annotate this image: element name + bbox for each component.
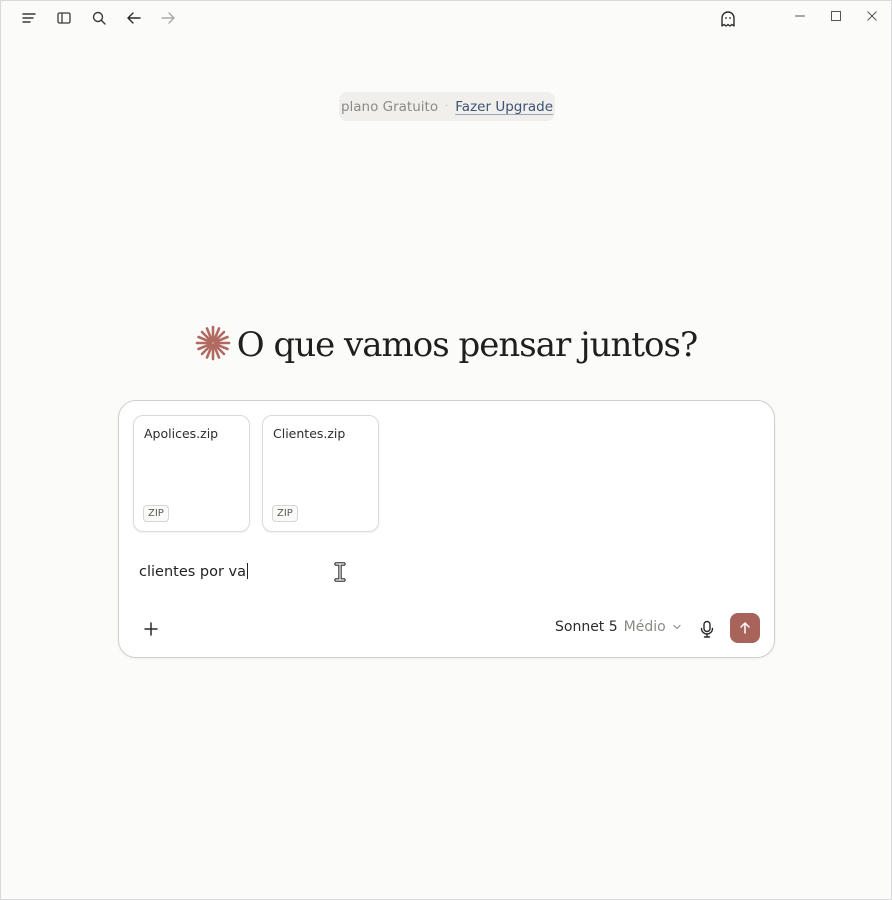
attachment-name: Apolices.zip (144, 426, 219, 441)
back-arrow-icon[interactable] (123, 7, 145, 29)
ghost-icon[interactable] (717, 8, 739, 30)
hero: O que vamos pensar juntos? (1, 319, 891, 371)
arrow-up-icon (740, 622, 750, 634)
microphone-icon (700, 620, 714, 638)
send-button[interactable] (730, 613, 760, 643)
upgrade-link[interactable]: Fazer Upgrade (455, 99, 553, 115)
close-icon[interactable] (859, 5, 885, 27)
add-attachment-button[interactable] (139, 617, 163, 641)
attachment-card[interactable]: Clientes.zip ZIP (262, 415, 379, 532)
sidebar-icon[interactable] (53, 7, 75, 29)
model-level: Médio (623, 619, 666, 635)
message-input[interactable]: clientes por va (139, 563, 249, 580)
title-bar (1, 1, 891, 37)
model-selector[interactable]: Sonnet 5 Médio (555, 619, 682, 635)
model-name: Sonnet 5 (555, 619, 618, 635)
text-caret (247, 563, 249, 579)
page-title: O que vamos pensar juntos? (236, 325, 698, 365)
sparkle-icon (195, 325, 231, 365)
voice-input-button[interactable] (695, 617, 719, 641)
text-cursor-icon (333, 562, 347, 586)
attachment-type-badge: ZIP (272, 505, 298, 522)
minimize-icon[interactable] (787, 5, 813, 27)
message-input-value: clientes por va (139, 564, 247, 580)
chevron-down-icon (673, 624, 681, 630)
plan-separator: · (445, 101, 449, 112)
maximize-icon[interactable] (823, 5, 849, 27)
message-composer: Apolices.zip ZIP Clientes.zip ZIP client… (118, 400, 775, 658)
plan-banner: plano Gratuito · Fazer Upgrade (339, 92, 555, 121)
attachment-type-badge: ZIP (143, 505, 169, 522)
plus-icon (144, 622, 158, 636)
attachment-name: Clientes.zip (273, 426, 346, 441)
plan-label: plano Gratuito (340, 98, 439, 115)
forward-arrow-icon[interactable] (157, 7, 179, 29)
menu-icon[interactable] (18, 7, 40, 29)
search-icon[interactable] (88, 7, 110, 29)
attachment-card[interactable]: Apolices.zip ZIP (133, 415, 250, 532)
